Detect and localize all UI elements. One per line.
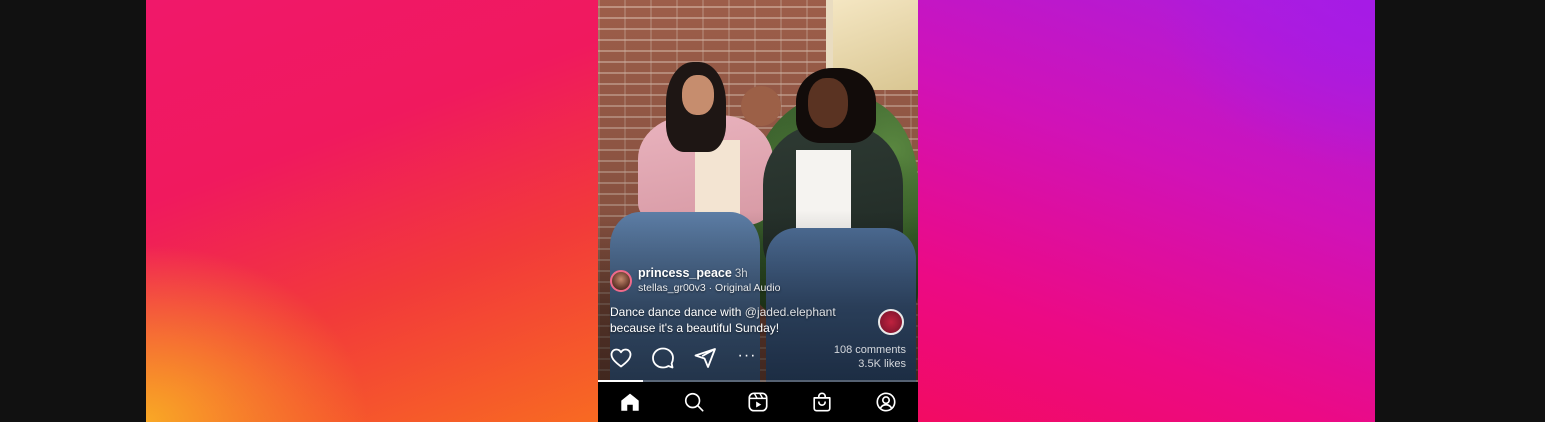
- nav-home[interactable]: [615, 387, 645, 417]
- gradient-panel-left: [146, 0, 598, 422]
- bottom-nav: [598, 382, 918, 422]
- audio-label[interactable]: stellas_gr00v3 · Original Audio: [638, 281, 780, 295]
- profile-icon: [876, 392, 896, 412]
- nav-search[interactable]: [679, 387, 709, 417]
- comments-count[interactable]: 108 comments: [834, 343, 906, 357]
- more-icon: ···: [737, 347, 757, 364]
- shop-icon: [813, 392, 831, 412]
- comment-icon: [652, 347, 674, 369]
- post-stats: 108 comments 3.5K likes: [834, 343, 906, 371]
- gradient-panel-right: [918, 0, 1375, 422]
- caption-text-end: because it's a beautiful Sunday!: [610, 321, 780, 335]
- post-time: 3h: [734, 268, 748, 280]
- search-icon: [684, 392, 704, 412]
- caption-mention[interactable]: @jaded.elephant: [745, 305, 836, 319]
- phone-screen: princess_peace 3h stellas_gr00v3 · Origin…: [598, 0, 918, 422]
- nav-reels[interactable]: [743, 387, 773, 417]
- share-button[interactable]: [692, 345, 718, 371]
- comment-button[interactable]: [650, 345, 676, 371]
- heart-icon: [610, 348, 632, 368]
- author-text: princess_peace 3h stellas_gr00v3 · Origin…: [638, 266, 780, 295]
- post-author[interactable]: princess_peace 3h stellas_gr00v3 · Origin…: [610, 266, 780, 295]
- likes-count[interactable]: 3.5K likes: [834, 357, 906, 371]
- audio-disc-icon[interactable]: [878, 309, 904, 335]
- share-icon: [694, 348, 716, 368]
- post-caption: Dance dance dance with @jaded.elephant b…: [610, 304, 870, 336]
- caption-text-start: Dance dance dance with: [610, 305, 745, 319]
- username[interactable]: princess_peace: [638, 266, 732, 280]
- author-avatar[interactable]: [610, 269, 632, 292]
- reels-icon: [748, 392, 768, 412]
- nav-profile[interactable]: [871, 387, 901, 417]
- more-button[interactable]: ···: [734, 343, 760, 369]
- nav-shop[interactable]: [807, 387, 837, 417]
- like-button[interactable]: [608, 345, 634, 371]
- home-icon: [621, 393, 639, 411]
- action-bar: ···: [608, 345, 776, 371]
- stage: princess_peace 3h stellas_gr00v3 · Origin…: [0, 0, 1545, 422]
